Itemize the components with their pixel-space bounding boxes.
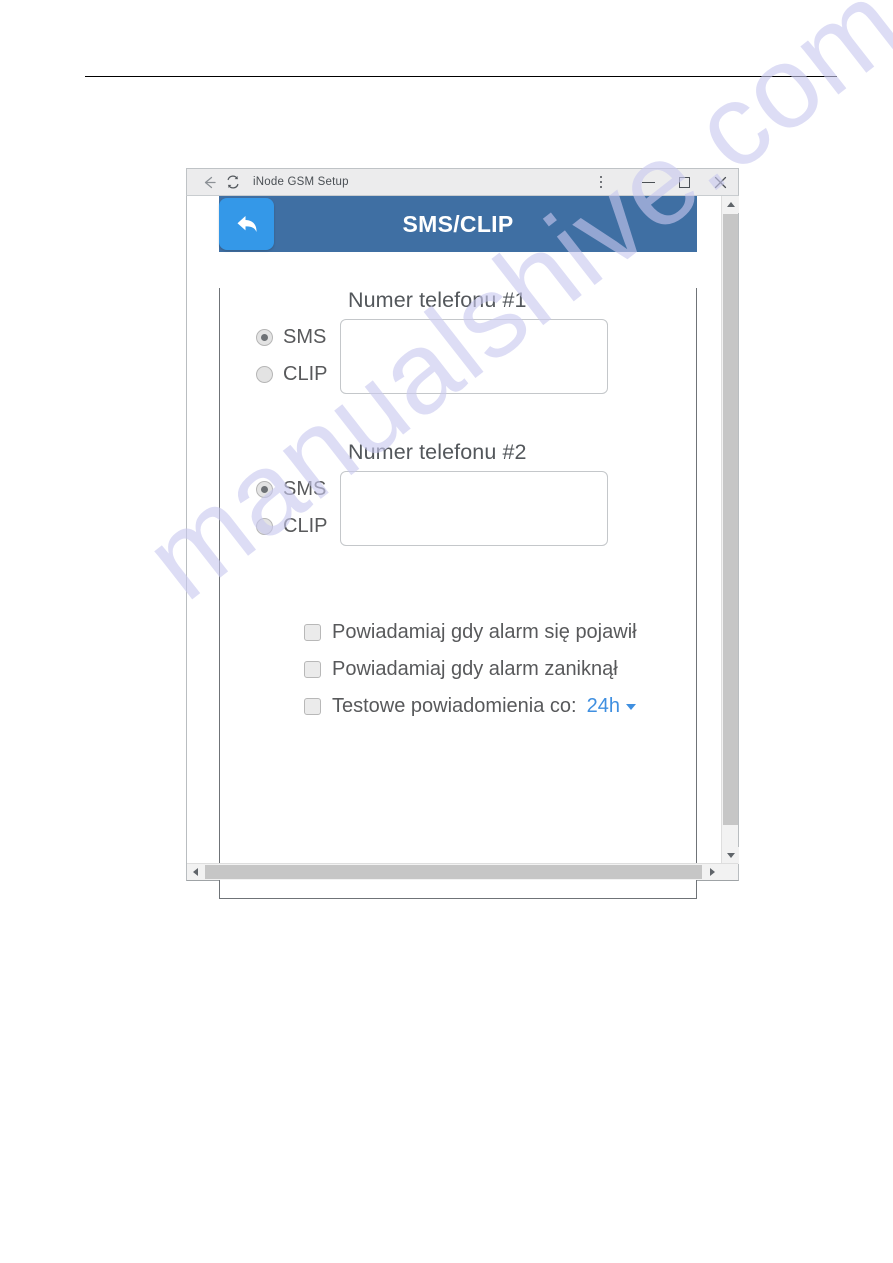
vertical-scrollbar[interactable] xyxy=(721,196,739,864)
vertical-scrollbar-thumb[interactable] xyxy=(723,214,738,825)
caret-left-icon xyxy=(193,868,198,876)
app-header-bar: SMS/CLIP xyxy=(219,196,697,252)
radio-option-clip-2[interactable]: CLIP xyxy=(256,508,340,545)
checkbox-alarm-cleared-label: Powiadamiaj gdy alarm zaniknął xyxy=(332,658,618,680)
checkbox-alarm-appeared[interactable]: Powiadamiaj gdy alarm się pojawił xyxy=(304,614,696,651)
kebab-menu-icon[interactable] xyxy=(588,169,614,195)
phone-group-1-label: Numer telefonu #1 xyxy=(348,288,527,312)
phone-number-input-1[interactable] xyxy=(340,319,608,394)
radio-sms-1[interactable] xyxy=(256,329,273,346)
checkbox-test-notifications[interactable]: Testowe powiadomienia co: 24h xyxy=(304,688,696,725)
app-content: SMS/CLIP Numer telefonu #1 SMS CLIP Nume… xyxy=(219,196,697,899)
radio-clip-1[interactable] xyxy=(256,366,273,383)
phone-group-1-options: SMS CLIP xyxy=(220,319,340,393)
minimize-icon xyxy=(641,181,655,183)
test-interval-value: 24h xyxy=(586,695,620,717)
back-arrow-icon[interactable] xyxy=(197,170,221,194)
checkbox-alarm-appeared-box[interactable] xyxy=(304,624,321,641)
scroll-left-button[interactable] xyxy=(187,864,204,880)
scrollbar-corner xyxy=(721,864,738,880)
phone-group-2-row: SMS CLIP xyxy=(220,471,696,546)
phone-group-2-label: Numer telefonu #2 xyxy=(348,440,527,464)
radio-option-sms-1[interactable]: SMS xyxy=(256,319,340,356)
notification-options: Powiadamiaj gdy alarm się pojawił Powiad… xyxy=(220,614,696,725)
radio-option-sms-2[interactable]: SMS xyxy=(256,471,340,508)
radio-dot xyxy=(261,334,268,341)
checkbox-alarm-appeared-label: Powiadamiaj gdy alarm się pojawił xyxy=(332,621,637,643)
radio-clip-1-label: CLIP xyxy=(283,363,328,385)
horizontal-scrollbar[interactable] xyxy=(187,863,738,880)
checkbox-alarm-cleared-box[interactable] xyxy=(304,661,321,678)
phone-group-2: Numer telefonu #2 SMS CLIP xyxy=(220,440,696,546)
radio-clip-2-label: CLIP xyxy=(283,515,328,537)
chevron-down-icon xyxy=(625,703,636,710)
radio-sms-2[interactable] xyxy=(256,481,273,498)
app-panel: Numer telefonu #1 SMS CLIP Numer telefon… xyxy=(219,288,697,899)
horizontal-scrollbar-thumb[interactable] xyxy=(205,865,702,879)
phone-number-input-2[interactable] xyxy=(340,471,608,546)
maximize-icon xyxy=(678,176,690,188)
close-button[interactable] xyxy=(702,169,738,195)
test-interval-dropdown[interactable]: 24h xyxy=(587,695,636,718)
window-title: iNode GSM Setup xyxy=(253,176,349,188)
back-arrow-icon xyxy=(237,216,257,232)
radio-sms-1-label: SMS xyxy=(283,326,327,348)
phone-group-1: Numer telefonu #1 SMS CLIP xyxy=(220,288,696,394)
app-back-button[interactable] xyxy=(219,198,274,250)
radio-clip-2[interactable] xyxy=(256,518,273,535)
radio-dot xyxy=(261,486,268,493)
caret-up-icon xyxy=(726,202,735,207)
scroll-up-button[interactable] xyxy=(722,196,739,213)
checkbox-alarm-cleared[interactable]: Powiadamiaj gdy alarm zaniknął xyxy=(304,651,696,688)
radio-option-clip-1[interactable]: CLIP xyxy=(256,356,340,393)
checkbox-test-notifications-label: Testowe powiadomienia co: xyxy=(332,695,577,717)
phone-group-2-options: SMS CLIP xyxy=(220,471,340,545)
radio-sms-2-label: SMS xyxy=(283,478,327,500)
app-title: SMS/CLIP xyxy=(402,210,514,237)
window-titlebar: iNode GSM Setup xyxy=(186,168,739,196)
close-icon xyxy=(714,176,726,188)
maximize-button[interactable] xyxy=(666,169,702,195)
scroll-down-button[interactable] xyxy=(722,847,739,864)
caret-right-icon xyxy=(710,868,715,876)
phone-group-1-row: SMS CLIP xyxy=(220,319,696,394)
scroll-right-button[interactable] xyxy=(704,864,721,880)
window-client-area: SMS/CLIP Numer telefonu #1 SMS CLIP Nume… xyxy=(186,196,739,899)
caret-down-icon xyxy=(726,853,735,858)
refresh-icon[interactable] xyxy=(221,170,245,194)
page-header-rule xyxy=(85,76,837,77)
checkbox-test-notifications-box[interactable] xyxy=(304,698,321,715)
app-window: iNode GSM Setup SMS/CLIP Numer telefonu … xyxy=(186,168,739,899)
minimize-button[interactable] xyxy=(630,169,666,195)
